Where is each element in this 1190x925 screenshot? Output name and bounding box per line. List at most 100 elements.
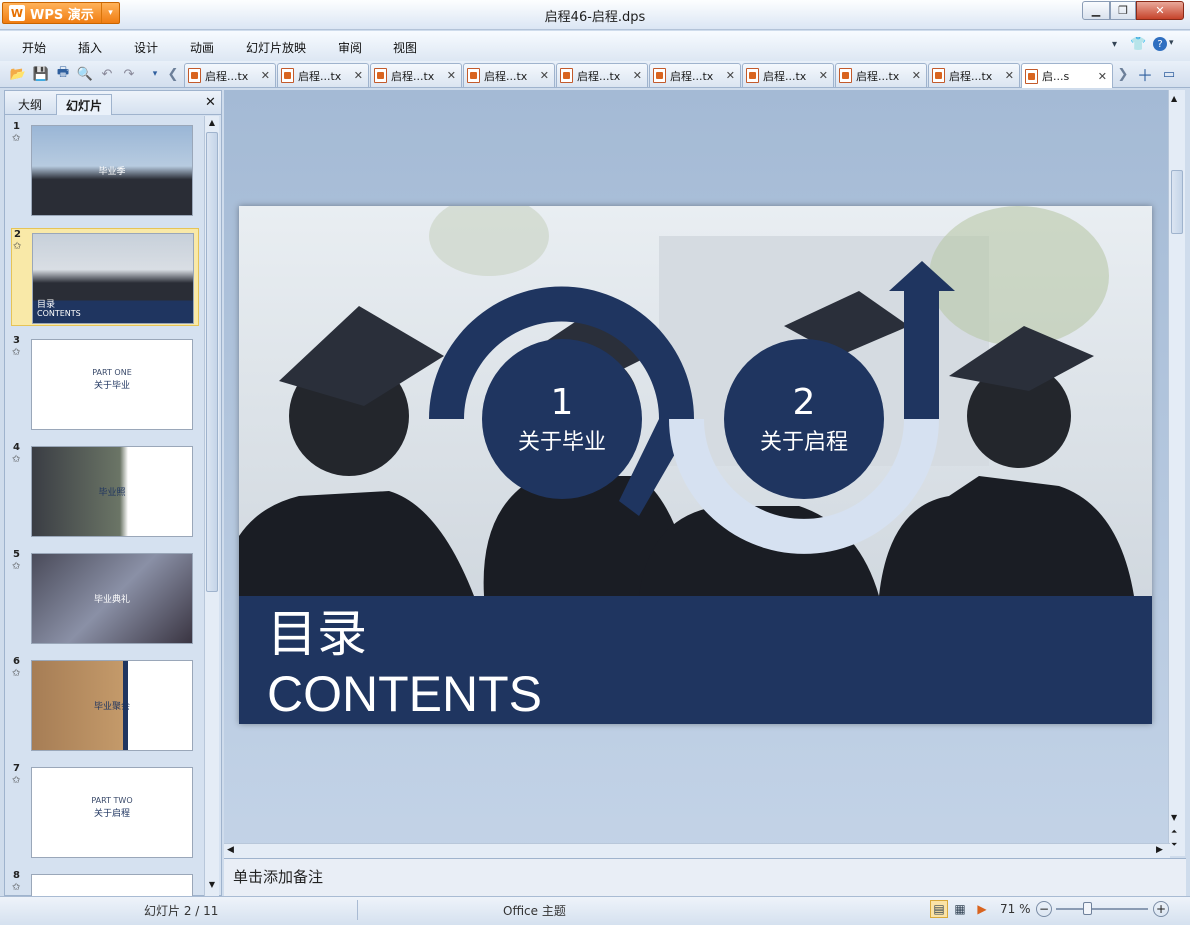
slides-pane: 大纲 幻灯片 ✕ 1 ✩ 毕业季 2 ✩ 目录 CONTENTS 3 ✩ 关于毕业 PART ONE… [4, 90, 222, 896]
slide-thumbnail[interactable]: 毕业聚会 [31, 660, 193, 751]
menu-review[interactable]: 审阅 [338, 39, 362, 56]
undo-icon[interactable]: ↶ [98, 65, 116, 83]
tabs-scroll-right-icon[interactable]: ❯ [1114, 65, 1132, 83]
wps-app-menu-button[interactable]: W WPS 演示 ▾ [2, 2, 120, 24]
slide-thumbnail[interactable]: 毕业照 [31, 446, 193, 537]
document-tab[interactable]: 启程...tx ✕ [556, 63, 648, 87]
document-tab[interactable]: 启程...tx ✕ [370, 63, 462, 87]
menu-slideshow[interactable]: 幻灯片放映 [246, 39, 306, 56]
document-tab[interactable]: 启程...tx ✕ [742, 63, 834, 87]
menu-home[interactable]: 开始 [22, 39, 46, 56]
next-slide-icon[interactable]: ⏷ [1171, 840, 1177, 850]
close-tab-icon[interactable]: ✕ [1098, 70, 1107, 83]
close-tab-icon[interactable]: ✕ [540, 69, 549, 82]
menu-animation[interactable]: 动画 [190, 39, 214, 56]
tree-shape [929, 206, 1109, 346]
editor-horizontal-scrollbar[interactable]: ◀ ▶ [224, 843, 1170, 858]
document-tab-label: 启程...tx [298, 69, 342, 83]
slide-thumbnail-row[interactable]: 1 ✩ 毕业季 [11, 121, 199, 219]
scroll-thumb[interactable] [206, 132, 218, 592]
slide-thumbnail-row[interactable]: 7 ✩ 关于启程 PART TWO [11, 763, 199, 861]
zoom-out-icon[interactable]: − [1036, 901, 1052, 917]
tab-outline[interactable]: 大纲 [9, 94, 51, 115]
zoom-slider-thumb[interactable] [1083, 902, 1092, 915]
toolbar-customize-icon[interactable]: ▾ [146, 65, 164, 83]
document-tab-label: 启程...tx [205, 69, 249, 83]
scroll-down-icon[interactable]: ▼ [1171, 813, 1177, 822]
slides-pane-scrollbar[interactable]: ▲ ▼ [204, 116, 219, 896]
slide-title-cn[interactable]: 目录 [267, 605, 367, 663]
document-tab[interactable]: 启程...tx ✕ [649, 63, 741, 87]
menu-insert[interactable]: 插入 [78, 39, 102, 56]
slide-thumbnail-row[interactable]: 8✩ 未来规划 [11, 870, 199, 896]
minimize-button[interactable]: ▁ [1082, 1, 1110, 20]
normal-view-icon[interactable]: ▤ [930, 900, 948, 918]
tab-slides[interactable]: 幻灯片 [56, 94, 113, 115]
redo-icon[interactable]: ↷ [120, 65, 138, 83]
close-tab-icon[interactable]: ✕ [1005, 69, 1014, 82]
zoom-level[interactable]: 71 % [1000, 902, 1031, 916]
print-preview-icon[interactable]: 🔍 [76, 65, 94, 83]
current-slide[interactable]: 1 关于毕业 2 关于启程 目录 CONTENTS [239, 206, 1152, 724]
slide-thumbnail-row[interactable]: 6 ✩ 毕业聚会 [11, 656, 199, 754]
slide-thumbnail[interactable]: 未来规划 [31, 874, 193, 896]
tab-list-icon[interactable]: ▭ [1160, 65, 1178, 83]
editor-vertical-scrollbar[interactable]: ▲ ▼ ⏶ ⏷ [1168, 90, 1185, 856]
scroll-right-icon[interactable]: ▶ [1156, 845, 1163, 855]
dps-file-icon [560, 68, 573, 83]
close-tab-icon[interactable]: ✕ [819, 69, 828, 82]
slide-thumbnail-row[interactable]: 5 ✩ 毕业典礼 [11, 549, 199, 647]
new-tab-icon[interactable]: ＋ [1136, 65, 1154, 85]
scroll-thumb[interactable] [1171, 170, 1183, 234]
ribbon-collapse-icon[interactable]: ▾ [1112, 39, 1117, 50]
document-tab[interactable]: 启程...tx ✕ [184, 63, 276, 87]
document-tab[interactable]: 启...s ✕ [1021, 63, 1113, 88]
slide-thumbnail[interactable]: 关于毕业 PART ONE [31, 339, 193, 430]
scroll-up-icon[interactable]: ▲ [1171, 94, 1177, 103]
menu-design[interactable]: 设计 [134, 39, 158, 56]
document-tab[interactable]: 启程...tx ✕ [277, 63, 369, 87]
document-tab[interactable]: 启程...tx ✕ [928, 63, 1020, 87]
zoom-slider-track[interactable] [1056, 908, 1148, 910]
notes-placeholder[interactable]: 单击添加备注 [233, 866, 323, 887]
close-pane-icon[interactable]: ✕ [205, 95, 216, 110]
document-tab[interactable]: 启程...tx ✕ [463, 63, 555, 87]
close-tab-icon[interactable]: ✕ [447, 69, 456, 82]
contents-item-1-number: 1 [551, 382, 574, 423]
close-tab-icon[interactable]: ✕ [726, 69, 735, 82]
scroll-down-icon[interactable]: ▼ [206, 880, 218, 892]
document-tab-label: 启程...tx [484, 69, 528, 83]
scroll-left-icon[interactable]: ◀ [227, 845, 234, 855]
slide-thumbnail[interactable]: 毕业典礼 [31, 553, 193, 644]
close-tab-icon[interactable]: ✕ [912, 69, 921, 82]
slide-thumbnail[interactable]: 关于启程 PART TWO [31, 767, 193, 858]
save-icon[interactable]: 💾 [32, 65, 50, 83]
menu-view[interactable]: 视图 [393, 39, 417, 56]
maximize-button[interactable]: ❐ [1110, 1, 1136, 20]
slide-thumbnail[interactable]: 目录 CONTENTS [32, 233, 194, 324]
help-icon[interactable]: ? [1153, 37, 1167, 51]
document-tab[interactable]: 启程...tx ✕ [835, 63, 927, 87]
slideshow-view-icon[interactable]: ▶ [973, 900, 991, 918]
app-menu-dropdown-icon[interactable]: ▾ [101, 3, 119, 23]
close-tab-icon[interactable]: ✕ [354, 69, 363, 82]
open-folder-icon[interactable]: 📂 [9, 65, 27, 83]
slide-thumbnail-row[interactable]: 4 ✩ 毕业照 [11, 442, 199, 540]
slide-number: 4 [13, 442, 20, 453]
slide-sorter-view-icon[interactable]: ▦ [951, 900, 969, 918]
slide-thumbnail-row[interactable]: 2 ✩ 目录 CONTENTS [11, 228, 199, 326]
slide-thumbnail-row[interactable]: 3 ✩ 关于毕业 PART ONE [11, 335, 199, 433]
skin-icon[interactable]: 👕 [1130, 37, 1146, 52]
zoom-in-icon[interactable]: + [1153, 901, 1169, 917]
help-dropdown-icon[interactable]: ▾ [1169, 38, 1174, 48]
close-window-button[interactable]: ✕ [1136, 1, 1184, 20]
close-tab-icon[interactable]: ✕ [261, 69, 270, 82]
previous-slide-icon[interactable]: ⏶ [1171, 827, 1177, 837]
close-tab-icon[interactable]: ✕ [633, 69, 642, 82]
notes-pane[interactable]: 单击添加备注 [224, 858, 1186, 896]
slide-thumbnail[interactable]: 毕业季 [31, 125, 193, 216]
tabs-scroll-left-icon[interactable]: ❮ [164, 65, 182, 83]
scroll-up-icon[interactable]: ▲ [206, 118, 218, 130]
slide-title-en[interactable]: CONTENTS [267, 666, 542, 722]
print-icon[interactable]: 🖶 [54, 65, 72, 83]
